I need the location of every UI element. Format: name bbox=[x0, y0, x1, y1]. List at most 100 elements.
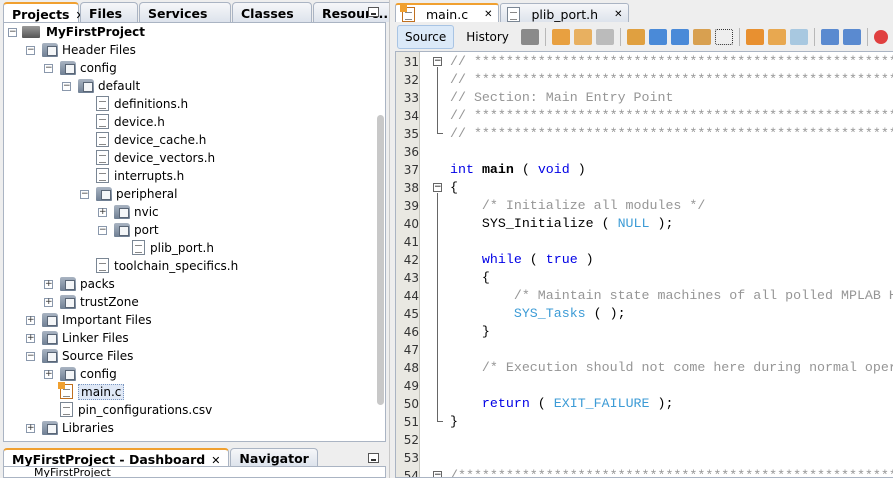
tab-files[interactable]: Files bbox=[80, 2, 138, 22]
tree-item[interactable]: MyFirstProject bbox=[22, 23, 145, 41]
code-token: void bbox=[537, 162, 570, 177]
tab-label: Resourc... bbox=[322, 6, 393, 21]
collapse-toggle[interactable]: − bbox=[26, 46, 35, 55]
separator bbox=[544, 28, 546, 46]
line-number: 41 bbox=[403, 235, 419, 249]
expand-toggle[interactable]: + bbox=[44, 370, 53, 379]
toggle-bookmark-icon[interactable] bbox=[789, 29, 808, 45]
fold-guide bbox=[437, 193, 443, 422]
tree-item[interactable]: Important Files bbox=[42, 311, 152, 329]
expand-toggle[interactable]: + bbox=[44, 280, 53, 289]
line-number: 44 bbox=[403, 289, 419, 303]
tree-item[interactable]: plib_port.h bbox=[132, 239, 214, 257]
tree-item[interactable]: config bbox=[60, 59, 117, 77]
tab-services[interactable]: Services bbox=[139, 2, 231, 22]
shift-left-icon[interactable] bbox=[820, 29, 839, 45]
folder-icon bbox=[60, 277, 76, 291]
collapse-toggle[interactable]: − bbox=[8, 28, 17, 37]
editor-tab-plib_port-h[interactable]: plib_port.h ✕ bbox=[500, 3, 630, 22]
close-icon[interactable]: ✕ bbox=[614, 9, 622, 20]
record-macro-icon[interactable] bbox=[873, 30, 888, 44]
tree-scrollbar[interactable] bbox=[377, 115, 384, 405]
tree-item[interactable]: Header Files bbox=[42, 41, 136, 59]
last-edit-icon[interactable] bbox=[520, 29, 539, 45]
code-token: /* Maintain state machines of all polled… bbox=[513, 288, 893, 303]
toggle-highlight-icon[interactable] bbox=[692, 29, 711, 45]
tree-item[interactable]: port bbox=[114, 221, 159, 239]
next-bookmark-icon[interactable] bbox=[767, 29, 786, 45]
fold-toggle[interactable]: − bbox=[433, 471, 442, 477]
folder-icon bbox=[42, 421, 58, 435]
tab-navigator[interactable]: Navigator bbox=[230, 448, 318, 466]
tab-myfirstproject-dashboard[interactable]: MyFirstProject - Dashboard ✕ bbox=[3, 448, 230, 467]
source-button[interactable]: Source bbox=[397, 25, 455, 49]
close-icon[interactable]: ✕ bbox=[484, 9, 492, 20]
tree-item[interactable]: trustZone bbox=[60, 293, 139, 311]
rect-select-icon[interactable] bbox=[714, 29, 733, 45]
tree-item[interactable]: toolchain_specifics.h bbox=[96, 257, 238, 275]
code-token: ) bbox=[577, 252, 594, 267]
code-token: { bbox=[450, 180, 458, 195]
shift-right-icon[interactable] bbox=[842, 29, 861, 45]
history-button[interactable]: History bbox=[458, 25, 517, 49]
code-token: SYS_Tasks bbox=[450, 306, 586, 321]
tree-item-label: MyFirstProject bbox=[46, 25, 145, 39]
tree-item[interactable]: main.c bbox=[58, 382, 125, 401]
tree-item[interactable]: default bbox=[78, 77, 140, 95]
folder-icon bbox=[78, 79, 94, 93]
tree-item[interactable]: Linker Files bbox=[42, 329, 129, 347]
code-token: true bbox=[545, 252, 578, 267]
tree-item[interactable]: device.h bbox=[96, 113, 165, 131]
minimize-dashboard-icon[interactable] bbox=[368, 453, 379, 463]
line-number: 50 bbox=[403, 397, 419, 411]
tree-item-label: plib_port.h bbox=[150, 241, 214, 255]
tab-label: Classes bbox=[241, 6, 294, 21]
code-line: // *************************************… bbox=[450, 53, 893, 71]
tree-item[interactable]: device_vectors.h bbox=[96, 149, 215, 167]
expand-toggle[interactable]: + bbox=[26, 316, 35, 325]
tree-item[interactable]: pin_configurations.csv bbox=[60, 401, 212, 419]
find-icon[interactable] bbox=[626, 29, 645, 45]
expand-toggle[interactable]: + bbox=[26, 424, 35, 433]
expand-toggle[interactable]: + bbox=[44, 298, 53, 307]
tree-item[interactable]: nvic bbox=[114, 203, 159, 221]
code-token: // *************************************… bbox=[450, 54, 893, 69]
expand-toggle[interactable]: + bbox=[26, 334, 35, 343]
collapse-toggle[interactable]: − bbox=[26, 352, 35, 361]
file-icon bbox=[96, 258, 109, 273]
back-icon[interactable] bbox=[551, 29, 570, 45]
tree-item[interactable]: Source Files bbox=[42, 347, 133, 365]
tree-item[interactable]: peripheral bbox=[96, 185, 178, 203]
tree-item[interactable]: packs bbox=[60, 275, 115, 293]
tree-item[interactable]: device_cache.h bbox=[96, 131, 206, 149]
tree-item[interactable]: definitions.h bbox=[96, 95, 188, 113]
dashboard-root[interactable]: MyFirstProject bbox=[34, 467, 111, 477]
minimize-icon[interactable] bbox=[368, 7, 379, 17]
tree-item[interactable]: Libraries bbox=[42, 419, 114, 437]
code-token: // Section: Main Entry Point bbox=[450, 90, 674, 105]
tab-classes[interactable]: Classes bbox=[232, 2, 312, 22]
folder-icon bbox=[60, 367, 76, 381]
editor-tab-main-c[interactable]: main.c ✕ bbox=[395, 3, 500, 22]
collapse-toggle[interactable]: − bbox=[62, 82, 71, 91]
header-file-icon bbox=[507, 6, 521, 22]
prev-bookmark-icon[interactable] bbox=[745, 29, 764, 45]
tree-item[interactable]: interrupts.h bbox=[96, 167, 184, 185]
fold-toggle[interactable]: − bbox=[433, 183, 442, 192]
fold-toggle[interactable]: − bbox=[433, 57, 442, 66]
find-next-icon[interactable] bbox=[670, 29, 689, 45]
tree-item[interactable]: config bbox=[60, 365, 117, 383]
find-previous-icon[interactable] bbox=[648, 29, 667, 45]
tree-item-label: Important Files bbox=[62, 313, 152, 327]
collapse-toggle[interactable]: − bbox=[80, 190, 89, 199]
forward-disabled-icon[interactable] bbox=[595, 29, 614, 45]
collapse-toggle[interactable]: − bbox=[98, 226, 107, 235]
collapse-toggle[interactable]: − bbox=[44, 64, 53, 73]
expand-toggle[interactable]: + bbox=[98, 208, 107, 217]
forward-dropdown-icon[interactable] bbox=[573, 29, 592, 45]
dashboard-tree: MyFirstProject bbox=[3, 466, 386, 478]
editor-toolbar: Source History bbox=[395, 24, 893, 50]
tab-projects[interactable]: Projects✕ bbox=[3, 2, 85, 22]
separator bbox=[738, 28, 740, 46]
code-editor[interactable]: 31−// **********************************… bbox=[395, 51, 893, 478]
